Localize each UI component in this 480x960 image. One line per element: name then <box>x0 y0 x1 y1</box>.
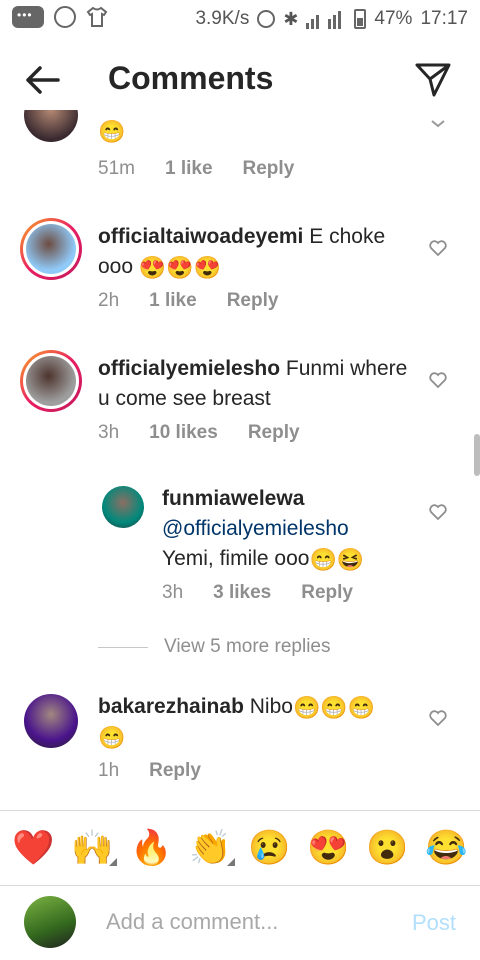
reply-button[interactable]: Reply <box>243 158 295 180</box>
like-heart-icon[interactable] <box>428 370 448 390</box>
emoji-laugh[interactable]: 😂 <box>423 828 471 868</box>
comment-emoji: 😍😍😍 <box>138 255 222 280</box>
like-heart-icon[interactable] <box>428 502 448 522</box>
post-button[interactable]: Post <box>412 910 456 936</box>
comments-list[interactable]: 😁 51m 1 like Reply officialtaiwoadeyemi … <box>0 110 480 810</box>
emoji-bar: ❤️ 🙌 🔥 👏 😢 😍 😮 😂 <box>0 810 480 886</box>
view-more-replies[interactable]: View 5 more replies <box>98 636 331 658</box>
shirt-icon <box>86 6 108 27</box>
mention-link[interactable]: @officialyemielesho <box>162 517 349 540</box>
more-notifications-icon <box>12 6 44 28</box>
comment-emoji: 😁 <box>98 725 126 750</box>
comment-emoji: 😁 <box>98 119 126 144</box>
comment-text: funmiawelewa @officialyemielesho Yemi, f… <box>162 484 412 574</box>
like-count[interactable]: 1 like <box>149 290 197 312</box>
back-arrow-icon[interactable] <box>22 60 62 100</box>
like-count[interactable]: 1 like <box>165 158 213 180</box>
comment-username[interactable]: officialtaiwoadeyemi <box>98 225 303 248</box>
view-more-label: View 5 more replies <box>164 636 331 657</box>
comment-emoji: 😁😆 <box>309 547 365 572</box>
avatar[interactable] <box>24 694 78 748</box>
battery-percent: 47% <box>374 8 413 29</box>
reply-button[interactable]: Reply <box>248 422 300 444</box>
clock: 17:17 <box>420 8 468 29</box>
like-heart-icon[interactable] <box>428 708 448 728</box>
avatar[interactable] <box>102 486 144 528</box>
comment-text: bakarezhainab Nibo😁😁😁 😁 <box>98 692 408 752</box>
comment-username[interactable]: bakarezhainab <box>98 695 244 718</box>
status-bar: 3.9K/s ✱ 47% 17:17 <box>0 0 480 38</box>
avatar[interactable] <box>24 110 78 142</box>
avatar[interactable] <box>20 350 82 412</box>
like-count[interactable]: 10 likes <box>149 422 218 444</box>
comment-time: 2h <box>98 290 120 311</box>
scrollbar[interactable] <box>474 434 480 476</box>
comment-body: Nibo <box>249 695 293 718</box>
comment-composer: Post <box>0 886 480 960</box>
comment-time: 3h <box>98 422 120 443</box>
page-title: Comments <box>108 60 274 96</box>
direct-send-icon[interactable] <box>414 60 452 98</box>
comment-time: 3h <box>162 582 184 603</box>
emoji-surprised[interactable]: 😮 <box>364 828 412 868</box>
emoji-heart[interactable]: ❤️ <box>10 828 58 868</box>
comment-meta: 51m 1 like Reply <box>98 158 294 180</box>
network-speed: 3.9K/s <box>195 8 250 29</box>
comment-time: 1h <box>98 760 120 781</box>
header: Comments <box>0 38 480 120</box>
battery-icon <box>354 9 367 29</box>
comment-username[interactable]: funmiawelewa <box>162 487 304 510</box>
comment-meta: 3h 3 likes Reply <box>162 582 353 604</box>
emoji-raised-hands[interactable]: 🙌 <box>69 828 117 868</box>
reply-button[interactable]: Reply <box>301 582 353 604</box>
avatar[interactable] <box>20 218 82 280</box>
emoji-sad[interactable]: 😢 <box>246 828 294 868</box>
emoji-heart-eyes[interactable]: 😍 <box>305 828 353 868</box>
like-heart-icon[interactable] <box>428 114 448 134</box>
comment-meta: 1h Reply <box>98 760 201 782</box>
comment-text: officialtaiwoadeyemi E choke ooo 😍😍😍 <box>98 222 398 282</box>
reply-button[interactable]: Reply <box>149 760 201 782</box>
comment-meta: 2h 1 like Reply <box>98 290 278 312</box>
like-heart-icon[interactable] <box>428 238 448 258</box>
signal-icon <box>306 11 342 29</box>
comment-text: 😁 <box>98 116 125 146</box>
emoji-clap[interactable]: 👏 <box>187 828 235 868</box>
comment-username[interactable]: officialyemielesho <box>98 357 280 380</box>
comment-emoji: 😁😁😁 <box>292 695 376 720</box>
current-user-avatar <box>24 896 76 948</box>
comment-time: 51m <box>98 158 135 179</box>
reply-button[interactable]: Reply <box>227 290 279 312</box>
comment-text: officialyemielesho Funmi where u come se… <box>98 354 408 414</box>
bluetooth-icon: ✱ <box>283 8 299 29</box>
comment-body: Yemi, fimile ooo <box>162 547 310 570</box>
like-count[interactable]: 3 likes <box>213 582 271 604</box>
comment-input[interactable] <box>106 904 376 940</box>
comment-meta: 3h 10 likes Reply <box>98 422 300 444</box>
emoji-fire[interactable]: 🔥 <box>128 828 176 868</box>
whatsapp-icon <box>54 6 76 28</box>
hotspot-icon <box>257 10 276 28</box>
divider <box>98 646 148 648</box>
